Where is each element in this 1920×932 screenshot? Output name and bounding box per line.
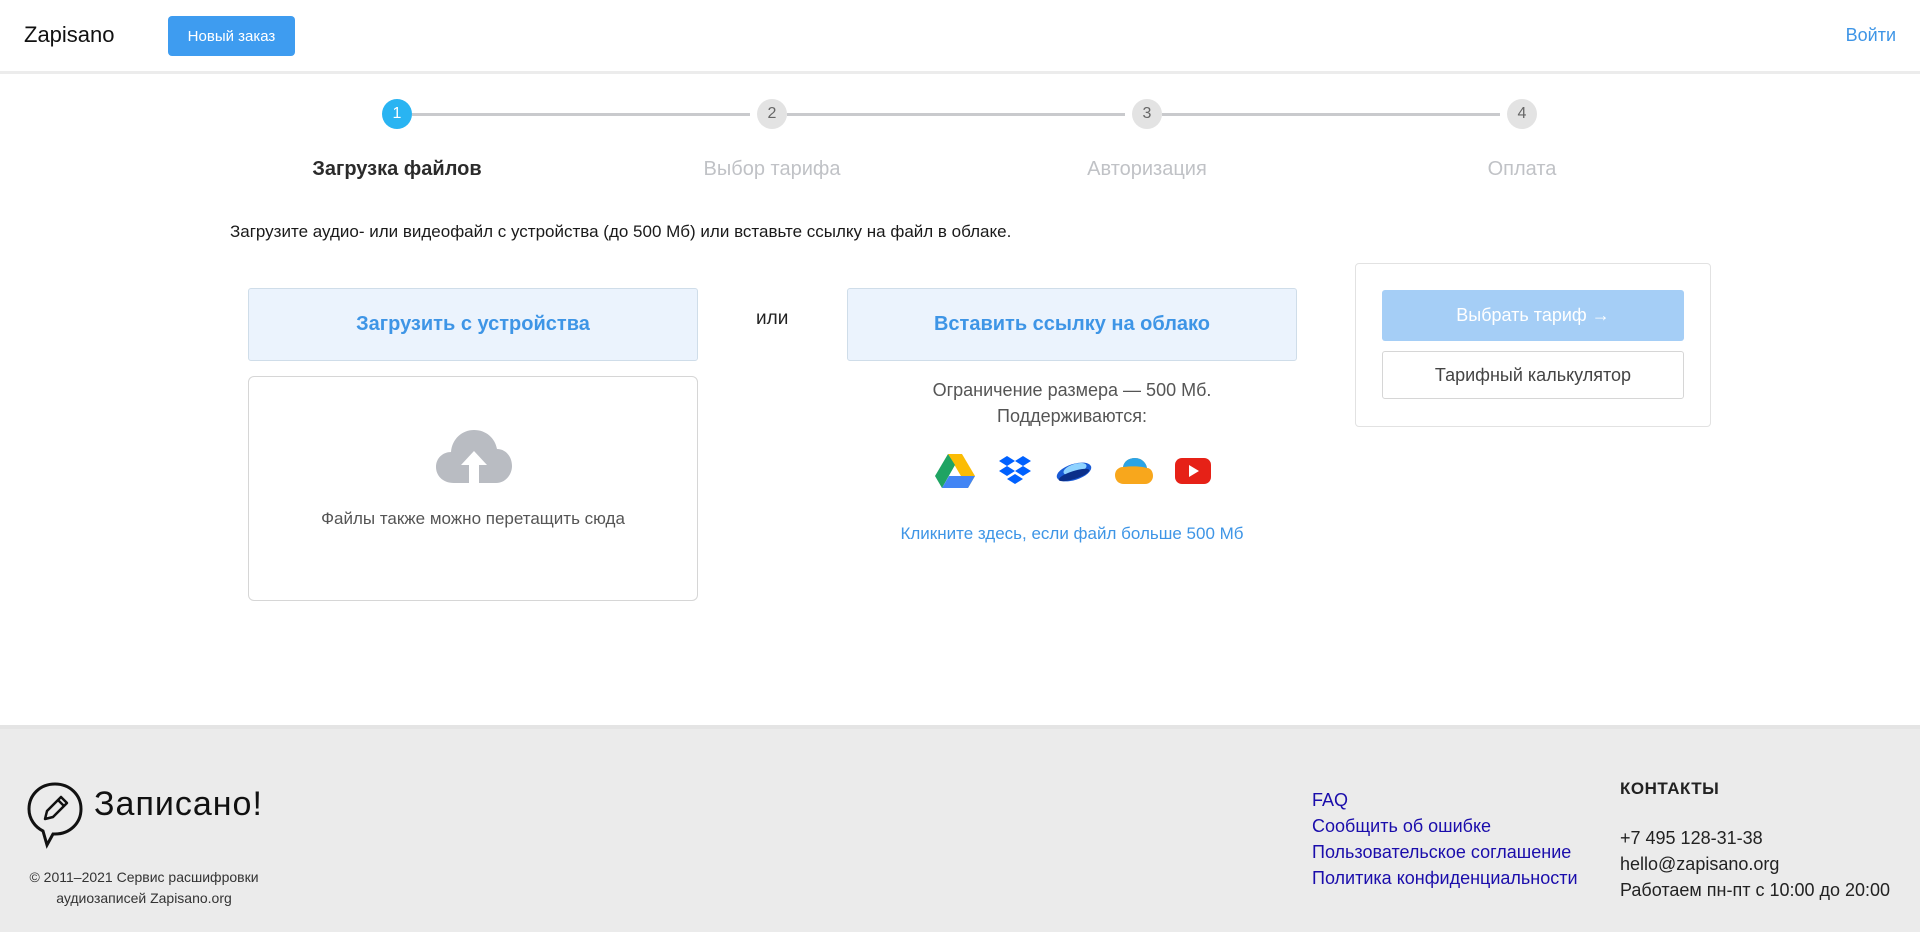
contact-phone: +7 495 128-31-38	[1620, 828, 1763, 848]
new-order-button[interactable]: Новый заказ	[168, 16, 295, 56]
youtube-icon	[1172, 450, 1214, 492]
step-1-dot: 1	[382, 99, 412, 129]
step-4-label: Оплата	[1487, 158, 1557, 180]
contact-email: hello@zapisano.org	[1620, 854, 1780, 874]
login-link[interactable]: Войти	[1846, 25, 1896, 46]
stepper-line	[1162, 113, 1500, 116]
report-error-link[interactable]: Сообщить об ошибке	[1312, 813, 1578, 839]
step-2-label: Выбор тарифа	[703, 158, 841, 180]
pencil-bubble-icon	[27, 782, 83, 849]
privacy-policy-link[interactable]: Политика конфиденциальности	[1312, 865, 1578, 891]
footer-logo-text: Записано!	[94, 785, 263, 823]
intro-text: Загрузите аудио- или видеофайл с устройс…	[230, 222, 1012, 241]
file-dropzone[interactable]: Файлы также можно перетащить сюда	[248, 376, 698, 601]
yandex-disk-icon	[1053, 450, 1095, 492]
footer: Записано! © 2011–2021 Сервис расшифровки…	[0, 725, 1920, 932]
footer-links: FAQ Сообщить об ошибке Пользовательское …	[1312, 787, 1578, 891]
stepper-line	[412, 113, 750, 116]
google-drive-icon	[934, 450, 976, 492]
brand-logo[interactable]: Zapisano	[24, 22, 115, 48]
paste-cloud-link-button[interactable]: Вставить ссылку на облако	[847, 288, 1297, 361]
step-2-dot: 2	[757, 99, 787, 129]
mail-cloud-icon	[1113, 450, 1155, 492]
copyright-line: © 2011–2021 Сервис расшифровки	[29, 869, 259, 885]
step-3-dot: 3	[1132, 99, 1162, 129]
choose-tariff-button[interactable]: Выбрать тариф →	[1382, 290, 1684, 341]
stepper-line	[787, 113, 1125, 116]
faq-link[interactable]: FAQ	[1312, 787, 1578, 813]
dropbox-icon	[994, 450, 1036, 492]
contacts-title: КОНТАКТЫ	[1620, 779, 1720, 798]
step-1-label: Загрузка файлов	[312, 158, 482, 180]
step-4-dot: 4	[1507, 99, 1537, 129]
header: Zapisano Новый заказ Войти	[0, 0, 1920, 74]
contacts: +7 495 128-31-38 hello@zapisano.org Рабо…	[1620, 825, 1890, 903]
step-3-label: Авторизация	[1087, 158, 1207, 180]
or-separator: или	[756, 308, 789, 329]
tariff-panel: Выбрать тариф → Тарифный калькулятор	[1355, 263, 1711, 427]
dropzone-hint: Файлы также можно перетащить сюда	[321, 509, 625, 528]
contact-hours: Работаем пн-пт с 10:00 до 20:00	[1620, 880, 1891, 900]
tariff-calculator-button[interactable]: Тарифный калькулятор	[1382, 351, 1684, 399]
user-agreement-link[interactable]: Пользовательское соглашение	[1312, 839, 1578, 865]
copyright-line: аудиозаписей Zapisano.org	[56, 890, 232, 906]
copyright: © 2011–2021 Сервис расшифровки аудиозапи…	[24, 867, 264, 909]
size-limit-line: Ограничение размера — 500 Мб.	[932, 380, 1212, 400]
cloud-upload-icon	[436, 430, 512, 483]
upload-from-device-button[interactable]: Загрузить с устройства	[248, 288, 698, 361]
size-limit-text: Ограничение размера — 500 Мб. Поддержива…	[847, 377, 1297, 429]
supported-label: Поддерживаются:	[997, 406, 1147, 426]
supported-services	[934, 450, 1214, 492]
large-file-link[interactable]: Кликните здесь, если файл больше 500 Мб	[847, 524, 1297, 544]
